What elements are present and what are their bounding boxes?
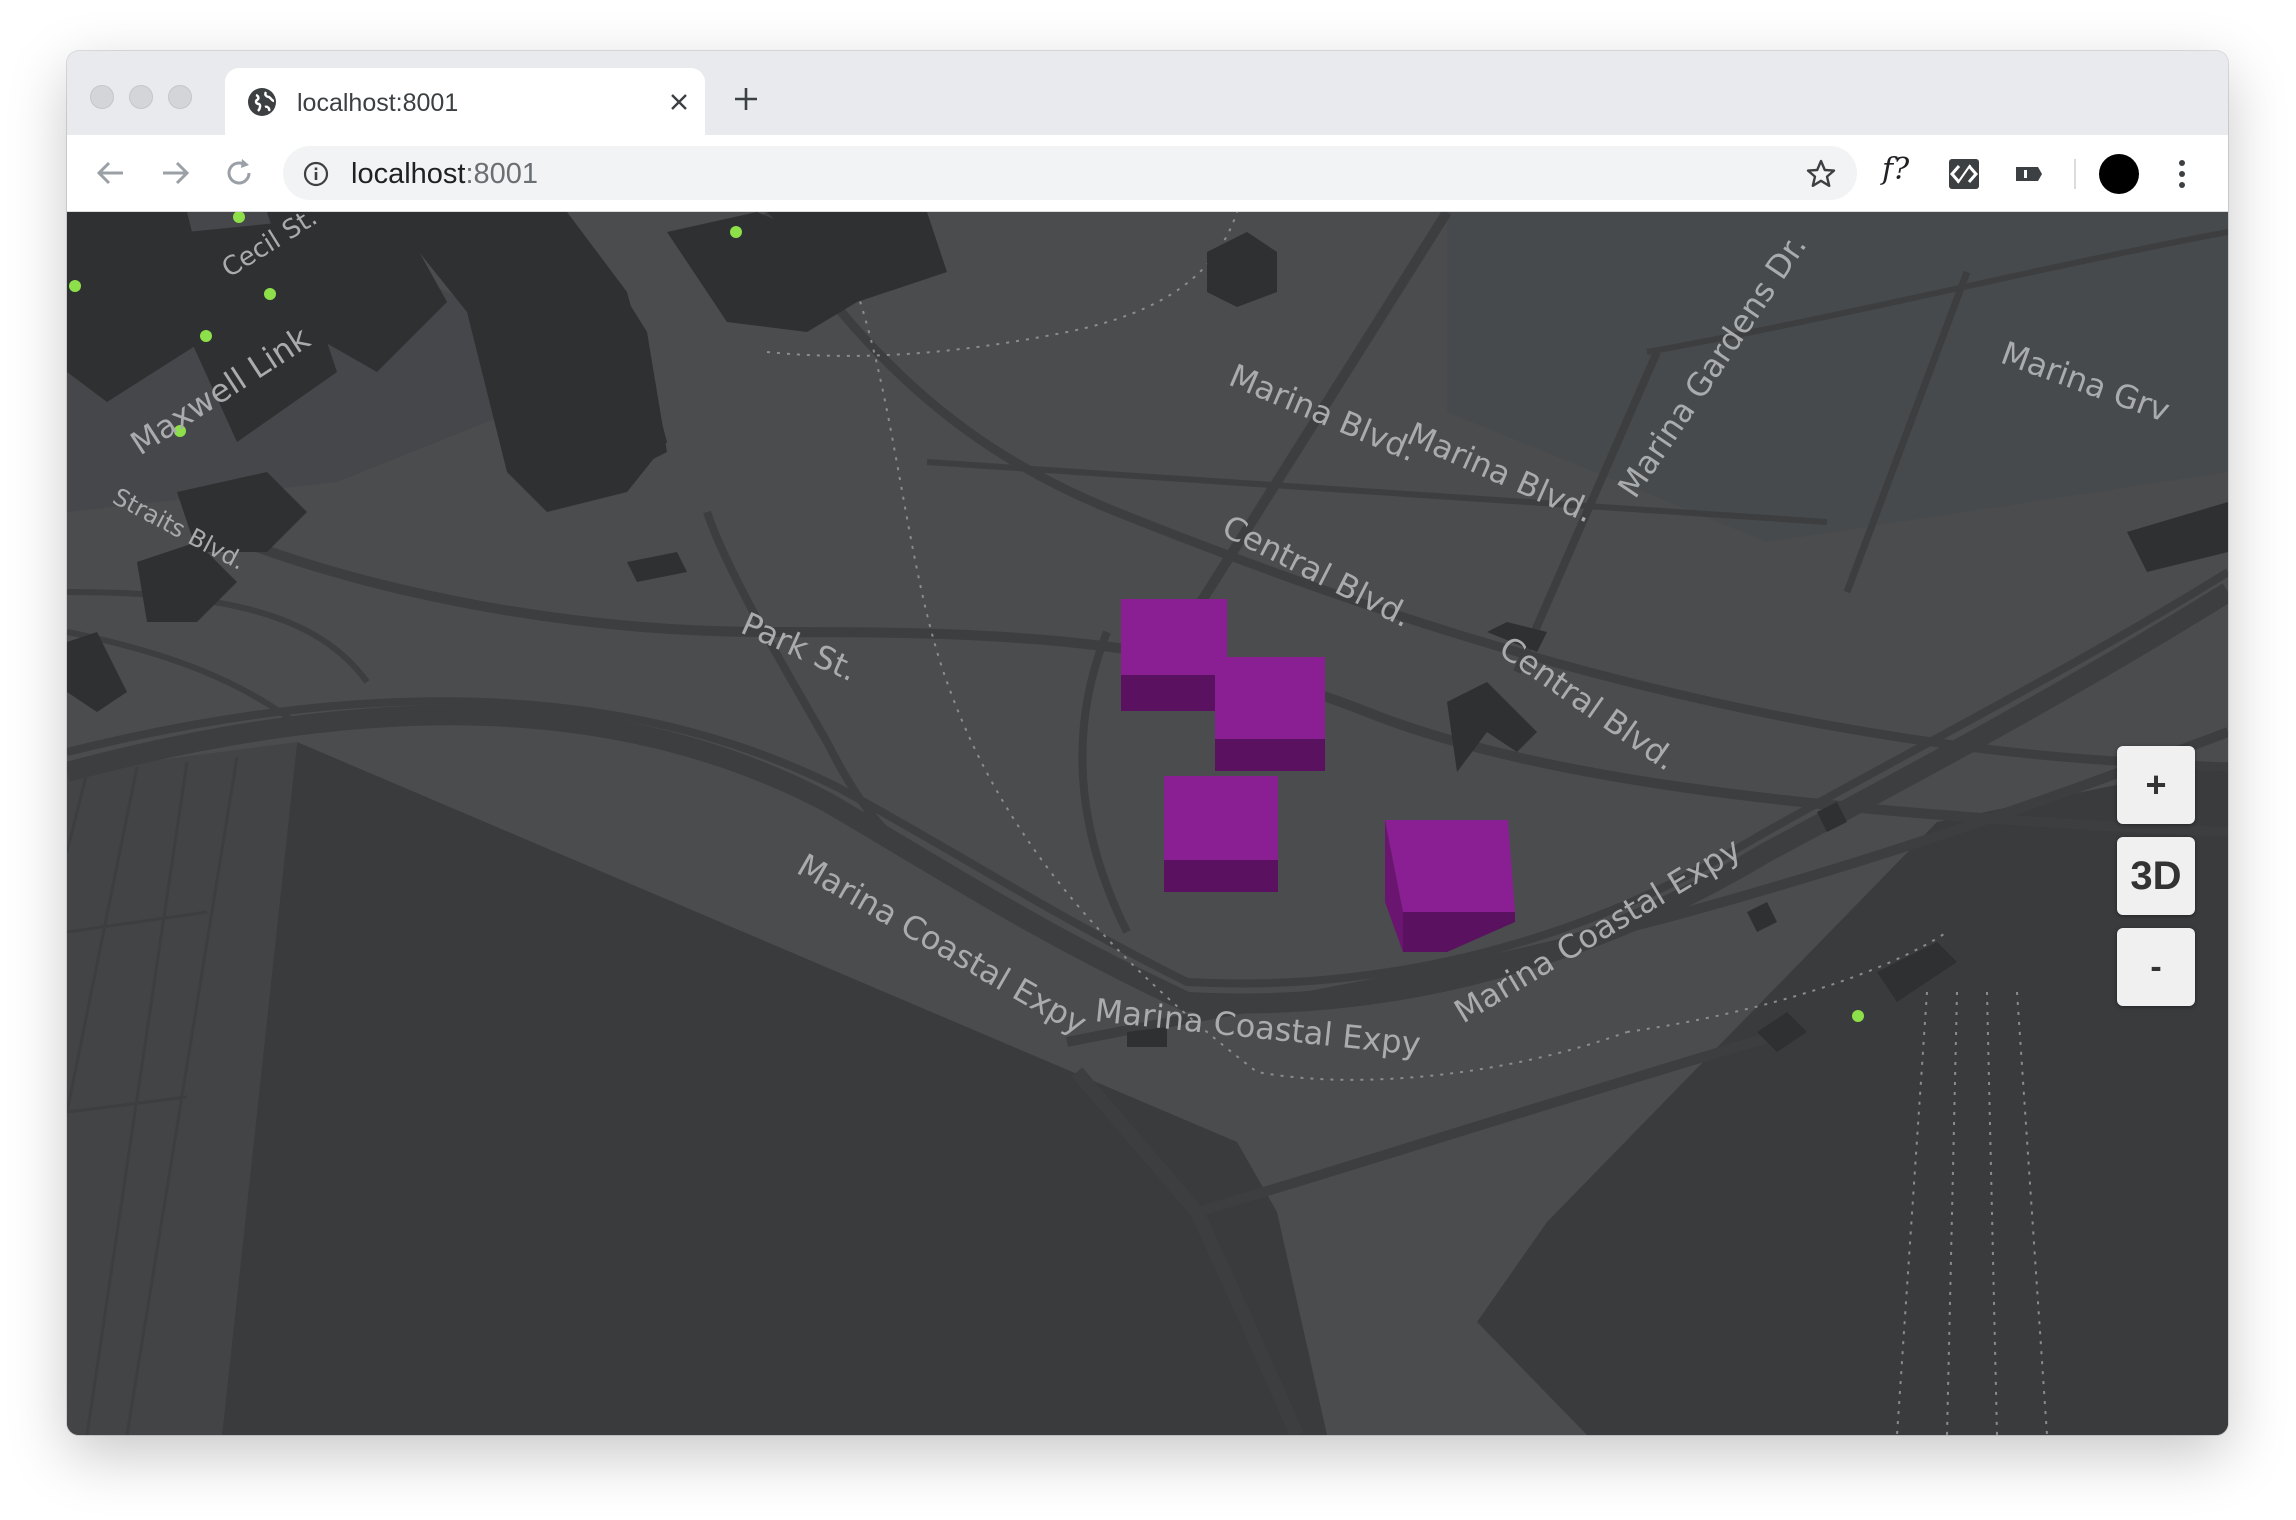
point-marker	[1852, 1010, 1864, 1022]
kebab-menu-icon[interactable]	[2177, 157, 2187, 191]
address-bar[interactable]: localhost:8001	[283, 146, 1857, 200]
highlight-building-top	[1164, 776, 1278, 860]
url-text: localhost:8001	[351, 158, 538, 190]
highlight-building-side	[1215, 739, 1325, 771]
point-marker	[730, 226, 742, 238]
browser-window: localhost:8001 localhost:8001 f? Cecil S…	[67, 51, 2228, 1435]
url-port: :8001	[465, 158, 539, 190]
bookmark-star-icon[interactable]	[1805, 158, 1837, 190]
tag-extension-icon[interactable]	[2012, 157, 2046, 191]
maximize-window-button[interactable]	[168, 85, 192, 109]
tab-title: localhost:8001	[297, 89, 459, 117]
map-viewport[interactable]: Cecil St. Maxwell Link Straits Blvd. Par…	[67, 212, 2228, 1435]
minimize-window-button[interactable]	[129, 85, 153, 109]
close-tab-icon[interactable]	[667, 90, 691, 114]
highlight-building-top	[1121, 599, 1227, 675]
close-window-button[interactable]	[90, 85, 114, 109]
formula-extension-icon[interactable]: f?	[1882, 152, 1909, 187]
back-arrow-icon[interactable]	[93, 155, 129, 191]
highlight-building-top	[1385, 820, 1515, 912]
browser-toolbar: localhost:8001 f?	[67, 135, 2228, 212]
point-marker	[200, 330, 212, 342]
profile-avatar[interactable]	[2099, 154, 2139, 194]
point-marker	[264, 288, 276, 300]
url-host: localhost	[351, 158, 466, 190]
zoom-in-button[interactable]: +	[2117, 746, 2195, 824]
highlight-building-side	[1121, 675, 1219, 711]
code-extension-icon[interactable]	[1947, 157, 1981, 191]
reload-icon[interactable]	[221, 155, 257, 191]
highlight-building-side	[1164, 860, 1278, 892]
zoom-out-button[interactable]: -	[2117, 928, 2195, 1006]
forward-arrow-icon[interactable]	[157, 155, 193, 191]
new-tab-icon[interactable]	[731, 84, 761, 114]
map-canvas[interactable]: Cecil St. Maxwell Link Straits Blvd. Par…	[67, 212, 2228, 1435]
toolbar-divider	[2074, 159, 2076, 189]
info-icon[interactable]	[303, 161, 329, 187]
browser-tab[interactable]: localhost:8001	[225, 68, 705, 135]
toggle-3d-button[interactable]: 3D	[2117, 837, 2195, 915]
point-marker	[69, 280, 81, 292]
globe-icon	[248, 88, 276, 116]
highlight-building-top	[1215, 657, 1325, 739]
tab-strip: localhost:8001	[67, 51, 2228, 135]
